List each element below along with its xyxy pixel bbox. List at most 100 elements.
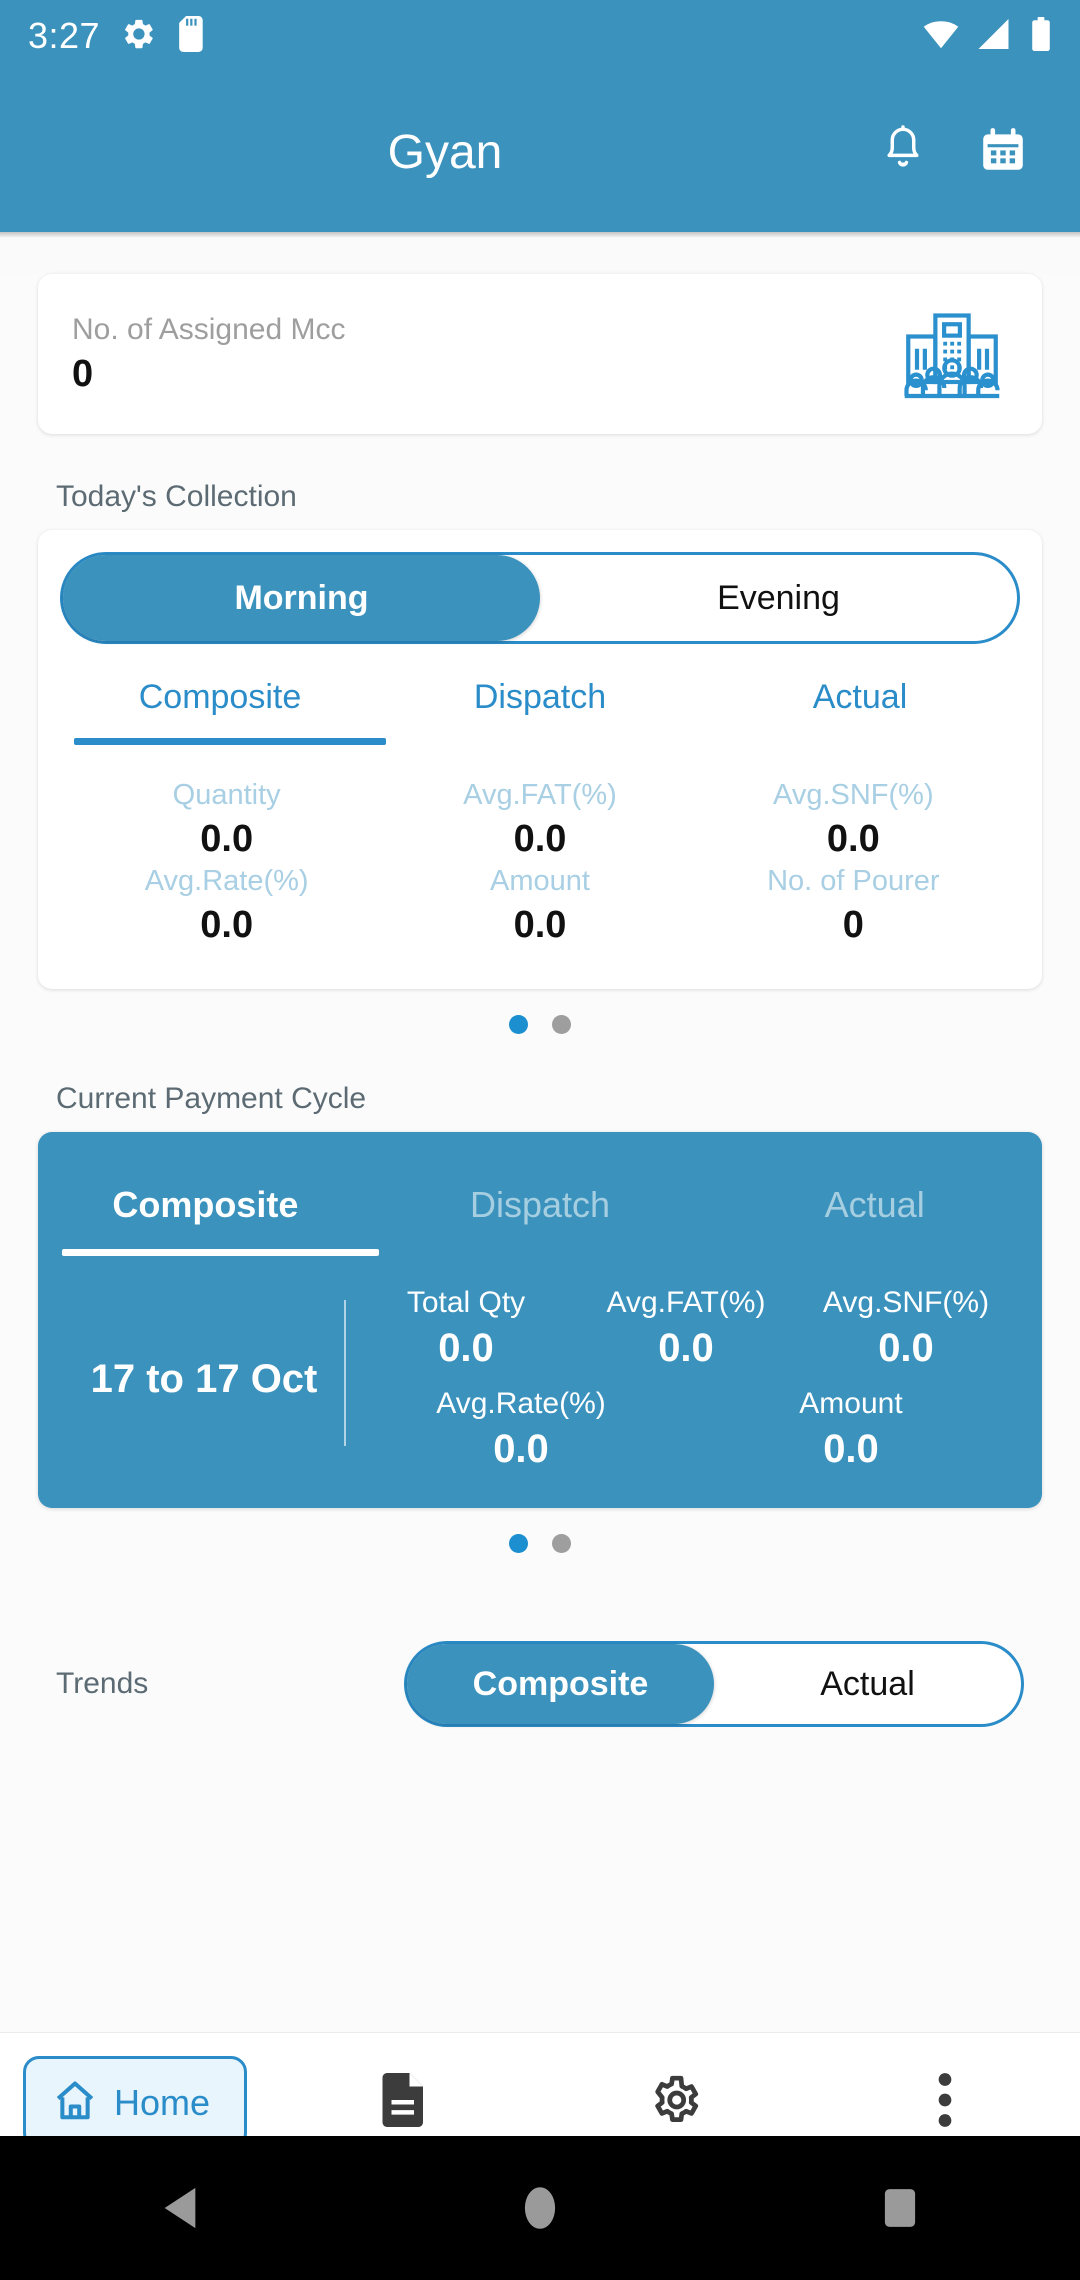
stat-avg-snf: Avg.SNF(%) 0.0 (697, 779, 1010, 861)
app-bar-actions (880, 124, 1080, 180)
more-vertical-icon (935, 2072, 955, 2133)
pager-dot-2[interactable] (552, 1015, 571, 1034)
stat-quantity-value: 0.0 (200, 818, 254, 860)
payment-stat-avg-fat: Avg.FAT(%) 0.0 (576, 1286, 796, 1371)
payment-stat-total-qty-label: Total Qty (406, 1286, 526, 1319)
sd-card-icon (178, 15, 208, 57)
pager-dot-1[interactable] (509, 1015, 528, 1034)
shift-toggle[interactable]: Morning Evening (60, 552, 1020, 644)
todays-collection-title: Today's Collection (56, 480, 297, 513)
stat-avg-rate-value: 0.0 (200, 904, 254, 946)
payment-cycle-title: Current Payment Cycle (56, 1082, 367, 1115)
payment-pager-dot-1[interactable] (509, 1534, 528, 1553)
payment-stat-total-qty-value: 0.0 (438, 1326, 494, 1370)
tab-dispatch[interactable]: Dispatch (380, 678, 700, 745)
tab-composite[interactable]: Composite (60, 678, 380, 745)
assigned-mcc-label: No. of Assigned Mcc (72, 312, 346, 346)
payment-stats-grid: Total Qty 0.0 Avg.FAT(%) 0.0 Avg.SNF(%) … (346, 1286, 1016, 1472)
payment-date-range: 17 to 17 Oct (90, 1357, 318, 1401)
stat-avg-fat-label: Avg.FAT(%) (463, 779, 617, 811)
payment-stat-amount-value: 0.0 (823, 1427, 879, 1471)
payment-tab-actual[interactable]: Actual (707, 1184, 1042, 1256)
status-bar-clock: 3:27 (28, 15, 101, 56)
stat-amount-value: 0.0 (513, 904, 567, 946)
payment-active-tab-indicator (62, 1249, 379, 1256)
trends-option-composite[interactable]: Composite (407, 1644, 714, 1724)
stat-no-of-pourer-value: 0 (842, 904, 864, 946)
shift-option-evening[interactable]: Evening (540, 555, 1017, 641)
todays-collection-card: Morning Evening Composite Dispatch Actua… (38, 530, 1042, 989)
stat-no-of-pourer: No. of Pourer 0 (697, 865, 1010, 947)
payment-stat-total-qty: Total Qty 0.0 (356, 1286, 576, 1371)
tab-actual[interactable]: Actual (700, 678, 1020, 745)
calendar-icon[interactable] (978, 125, 1028, 180)
android-back-button[interactable] (120, 2185, 240, 2231)
collection-pager-dots (0, 1015, 1080, 1034)
payment-stat-amount-label: Amount (799, 1387, 903, 1420)
app-bar: Gyan (0, 72, 1080, 232)
payment-stat-avg-rate-label: Avg.Rate(%) (436, 1387, 606, 1420)
mcc-building-people-icon (896, 298, 1008, 410)
main-content: No. of Assigned Mcc 0 Today's Collection… (0, 274, 1080, 2172)
assigned-mcc-value: 0 (72, 352, 94, 395)
stat-no-of-pourer-label: No. of Pourer (767, 865, 940, 897)
trends-label: Trends (56, 1667, 149, 1700)
app-bar-shadow (0, 232, 1080, 238)
payment-stat-avg-rate-value: 0.0 (493, 1427, 549, 1471)
signal-icon (978, 18, 1012, 54)
document-icon (381, 2073, 429, 2132)
trends-toggle[interactable]: Composite Actual (404, 1641, 1024, 1727)
payment-cycle-body: 17 to 17 Oct Total Qty 0.0 Avg.FAT(%) 0.… (38, 1256, 1042, 1478)
active-tab-indicator (74, 738, 386, 745)
home-icon (52, 2077, 98, 2128)
collection-stats-grid: Quantity 0.0 Avg.FAT(%) 0.0 Avg.SNF(%) 0… (60, 745, 1020, 965)
battery-icon (1030, 16, 1052, 56)
status-bar: 3:27 (0, 0, 1080, 72)
payment-stat-avg-snf-value: 0.0 (878, 1326, 934, 1370)
trends-row: Trends Composite Actual (0, 1641, 1080, 1727)
stat-avg-fat-value: 0.0 (513, 818, 567, 860)
payment-stat-amount: Amount 0.0 (686, 1387, 1016, 1472)
status-bar-left: 3:27 (28, 15, 208, 57)
collection-stats-row-1: Quantity 0.0 Avg.FAT(%) 0.0 Avg.SNF(%) 0… (70, 779, 1010, 861)
stat-amount-label: Amount (490, 865, 590, 897)
home-circle-icon (524, 2187, 556, 2229)
shift-option-morning[interactable]: Morning (63, 555, 540, 641)
payment-stat-avg-snf-label: Avg.SNF(%) (822, 1286, 990, 1319)
collection-stats-row-2: Avg.Rate(%) 0.0 Amount 0.0 No. of Pourer… (70, 865, 1010, 947)
gear-icon (122, 17, 156, 56)
stat-avg-rate-label: Avg.Rate(%) (144, 865, 309, 897)
collection-tabs: Composite Dispatch Actual (60, 678, 1020, 745)
notification-bell-icon[interactable] (880, 124, 926, 180)
bottom-nav-home-label: Home (113, 2081, 211, 2123)
assigned-mcc-card[interactable]: No. of Assigned Mcc 0 (38, 274, 1042, 434)
app-screen: 3:27 Gyan No. of Assigned Mcc 0 Today's … (0, 0, 1080, 2280)
status-bar-right (922, 16, 1052, 56)
stat-quantity-label: Quantity (172, 779, 281, 811)
wifi-icon (922, 19, 960, 54)
payment-stats-row-1: Total Qty 0.0 Avg.FAT(%) 0.0 Avg.SNF(%) … (356, 1286, 1016, 1371)
payment-tab-composite[interactable]: Composite (38, 1184, 373, 1256)
back-icon (164, 2187, 196, 2229)
payment-tab-dispatch[interactable]: Dispatch (373, 1184, 708, 1256)
assigned-mcc-text: No. of Assigned Mcc 0 (72, 313, 896, 396)
payment-cycle-card: Composite Dispatch Actual 17 to 17 Oct T… (38, 1132, 1042, 1508)
stat-avg-rate: Avg.Rate(%) 0.0 (70, 865, 383, 947)
stat-amount: Amount 0.0 (383, 865, 696, 947)
android-recents-button[interactable] (840, 2186, 960, 2230)
android-home-button[interactable] (480, 2185, 600, 2231)
payment-stat-avg-rate: Avg.Rate(%) 0.0 (356, 1387, 686, 1472)
payment-stats-row-2: Avg.Rate(%) 0.0 Amount 0.0 (356, 1387, 1016, 1472)
payment-pager-dots (0, 1534, 1080, 1553)
payment-stat-avg-fat-value: 0.0 (658, 1326, 714, 1370)
stat-avg-snf-label: Avg.SNF(%) (773, 779, 934, 811)
recents-square-icon (884, 2189, 916, 2227)
android-navigation-bar (0, 2136, 1080, 2280)
payment-cycle-tabs: Composite Dispatch Actual (38, 1142, 1042, 1256)
payment-stat-avg-snf: Avg.SNF(%) 0.0 (796, 1286, 1016, 1371)
stat-avg-snf-value: 0.0 (826, 818, 880, 860)
stat-avg-fat: Avg.FAT(%) 0.0 (383, 779, 696, 861)
payment-pager-dot-2[interactable] (552, 1534, 571, 1553)
trends-option-actual[interactable]: Actual (714, 1644, 1021, 1724)
payment-stat-avg-fat-label: Avg.FAT(%) (606, 1286, 766, 1319)
